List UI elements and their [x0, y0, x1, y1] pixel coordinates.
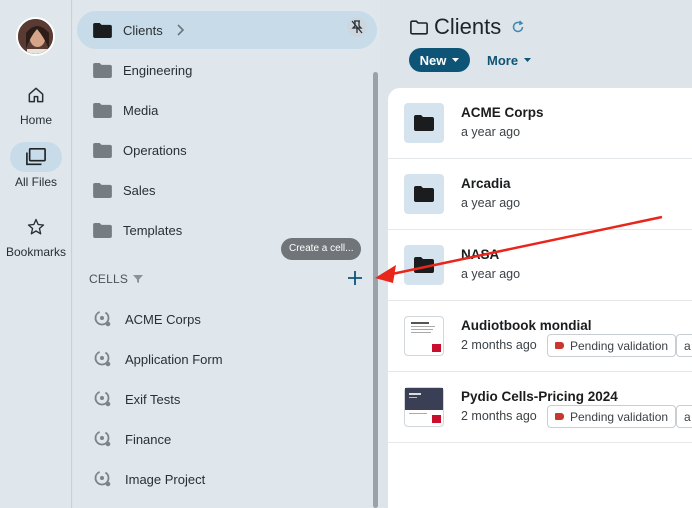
file-name: ACME Corps: [461, 105, 544, 120]
file-date: a year ago: [461, 267, 521, 281]
main-content: Clients New More ACME Corps a year ago A…: [380, 0, 692, 508]
folder-icon: [93, 102, 112, 118]
tree-item-media[interactable]: Media: [77, 91, 377, 129]
file-name: Pydio Cells-Pricing 2024: [461, 389, 618, 404]
cells-section-header: CELLS: [89, 272, 144, 286]
tree-item-engineering[interactable]: Engineering: [77, 51, 377, 89]
tree-item-label: Operations: [123, 142, 187, 158]
cell-item-application-form[interactable]: Application Form: [93, 340, 223, 378]
page-title: Clients: [410, 14, 525, 40]
status-badge-label: Pending validation: [570, 409, 669, 424]
caret-down-icon: [524, 58, 532, 62]
status-badge[interactable]: a: [676, 405, 692, 428]
cell-label: ACME Corps: [125, 311, 201, 327]
cell-icon: [94, 350, 111, 367]
star-icon: [10, 212, 62, 242]
avatar[interactable]: [16, 17, 55, 56]
folder-icon: [93, 62, 112, 78]
navigation-rail: Home All Files Bookmarks: [0, 0, 72, 508]
status-badge[interactable]: Pending validation: [547, 405, 677, 428]
file-row[interactable]: Arcadia a year ago: [388, 159, 692, 230]
rail-item-all-files[interactable]: All Files: [0, 142, 72, 189]
tree-item-sales[interactable]: Sales: [77, 171, 377, 209]
status-badge-label: a: [684, 338, 691, 353]
folder-icon: [404, 174, 444, 214]
rail-item-home[interactable]: Home: [0, 80, 72, 127]
file-row[interactable]: Pydio Cells-Pricing 2024 2 months ago Pe…: [388, 372, 692, 443]
tree-item-label: Media: [123, 102, 159, 118]
folder-icon: [404, 103, 444, 143]
chevron-right-icon[interactable]: [175, 24, 185, 36]
status-badge[interactable]: Pending validation: [547, 334, 677, 357]
file-row[interactable]: NASA a year ago: [388, 230, 692, 301]
cell-label: Finance: [125, 431, 172, 447]
more-button[interactable]: More: [487, 48, 532, 72]
file-row[interactable]: ACME Corps a year ago: [388, 88, 692, 159]
home-icon: [10, 80, 62, 110]
folder-icon: [93, 22, 112, 38]
status-badge-label: Pending validation: [570, 338, 669, 353]
file-date: a year ago: [461, 125, 521, 139]
folder-icon: [404, 245, 444, 285]
file-name: Arcadia: [461, 176, 511, 191]
folder-tree-panel: Clients Engineering Media Operations Sal…: [73, 0, 380, 508]
tree-item-label: Clients: [123, 22, 163, 38]
tree-scrollbar[interactable]: [373, 72, 378, 508]
tree-item-label: Engineering: [123, 62, 193, 78]
cell-label: Image Project: [125, 471, 206, 487]
cells-section-title: CELLS: [89, 272, 129, 286]
pdf-thumbnail: [404, 387, 444, 427]
rail-label-bookmarks: Bookmarks: [5, 245, 67, 259]
folder-icon: [93, 142, 112, 158]
rail-label-home: Home: [19, 113, 52, 127]
file-name: Audiotbook mondial: [461, 318, 592, 333]
cell-item-acme-corps[interactable]: ACME Corps: [93, 300, 201, 338]
create-cell-tooltip: Create a cell...: [281, 238, 362, 260]
plus-icon: [348, 271, 362, 285]
caret-down-icon: [452, 58, 460, 62]
file-name: NASA: [461, 247, 500, 262]
status-badge[interactable]: a: [676, 334, 692, 357]
folder-icon: [93, 222, 112, 238]
cell-label: Exif Tests: [125, 391, 181, 407]
new-button-label: New: [419, 52, 447, 68]
status-badge-label: a: [684, 409, 691, 424]
cell-item-finance[interactable]: Finance: [93, 420, 171, 458]
filter-icon[interactable]: [133, 274, 144, 284]
file-row[interactable]: Audiotbook mondial 2 months ago Pending …: [388, 301, 692, 372]
file-date: 2 months ago: [461, 338, 537, 352]
tree-item-clients[interactable]: Clients: [77, 11, 377, 49]
add-cell-button[interactable]: [343, 266, 367, 290]
page-title-text: Clients: [434, 14, 502, 39]
rail-label-all-files: All Files: [14, 175, 57, 189]
cell-icon: [94, 310, 111, 327]
cell-item-image-project[interactable]: Image Project: [93, 460, 205, 498]
file-date: 2 months ago: [461, 409, 537, 423]
tree-item-operations[interactable]: Operations: [77, 131, 377, 169]
refresh-icon[interactable]: [511, 20, 525, 34]
unpin-icon[interactable]: [347, 17, 367, 37]
cell-icon: [94, 430, 111, 447]
new-button[interactable]: New: [409, 48, 470, 72]
cell-label: Application Form: [125, 351, 223, 367]
pdf-thumbnail: [404, 316, 444, 356]
file-date: a year ago: [461, 196, 521, 210]
folder-icon: [93, 182, 112, 198]
tag-icon: [555, 342, 564, 349]
cell-icon: [94, 390, 111, 407]
cell-item-exif-tests[interactable]: Exif Tests: [93, 380, 180, 418]
tag-icon: [555, 413, 564, 420]
folders-icon: [10, 142, 62, 172]
rail-item-bookmarks[interactable]: Bookmarks: [0, 212, 72, 259]
tree-item-label: Sales: [123, 182, 156, 198]
more-button-label: More: [487, 52, 519, 68]
cell-icon: [94, 470, 111, 487]
tree-item-label: Templates: [123, 222, 183, 238]
file-list: ACME Corps a year ago Arcadia a year ago…: [388, 88, 692, 508]
folder-outline-icon: [410, 19, 428, 35]
